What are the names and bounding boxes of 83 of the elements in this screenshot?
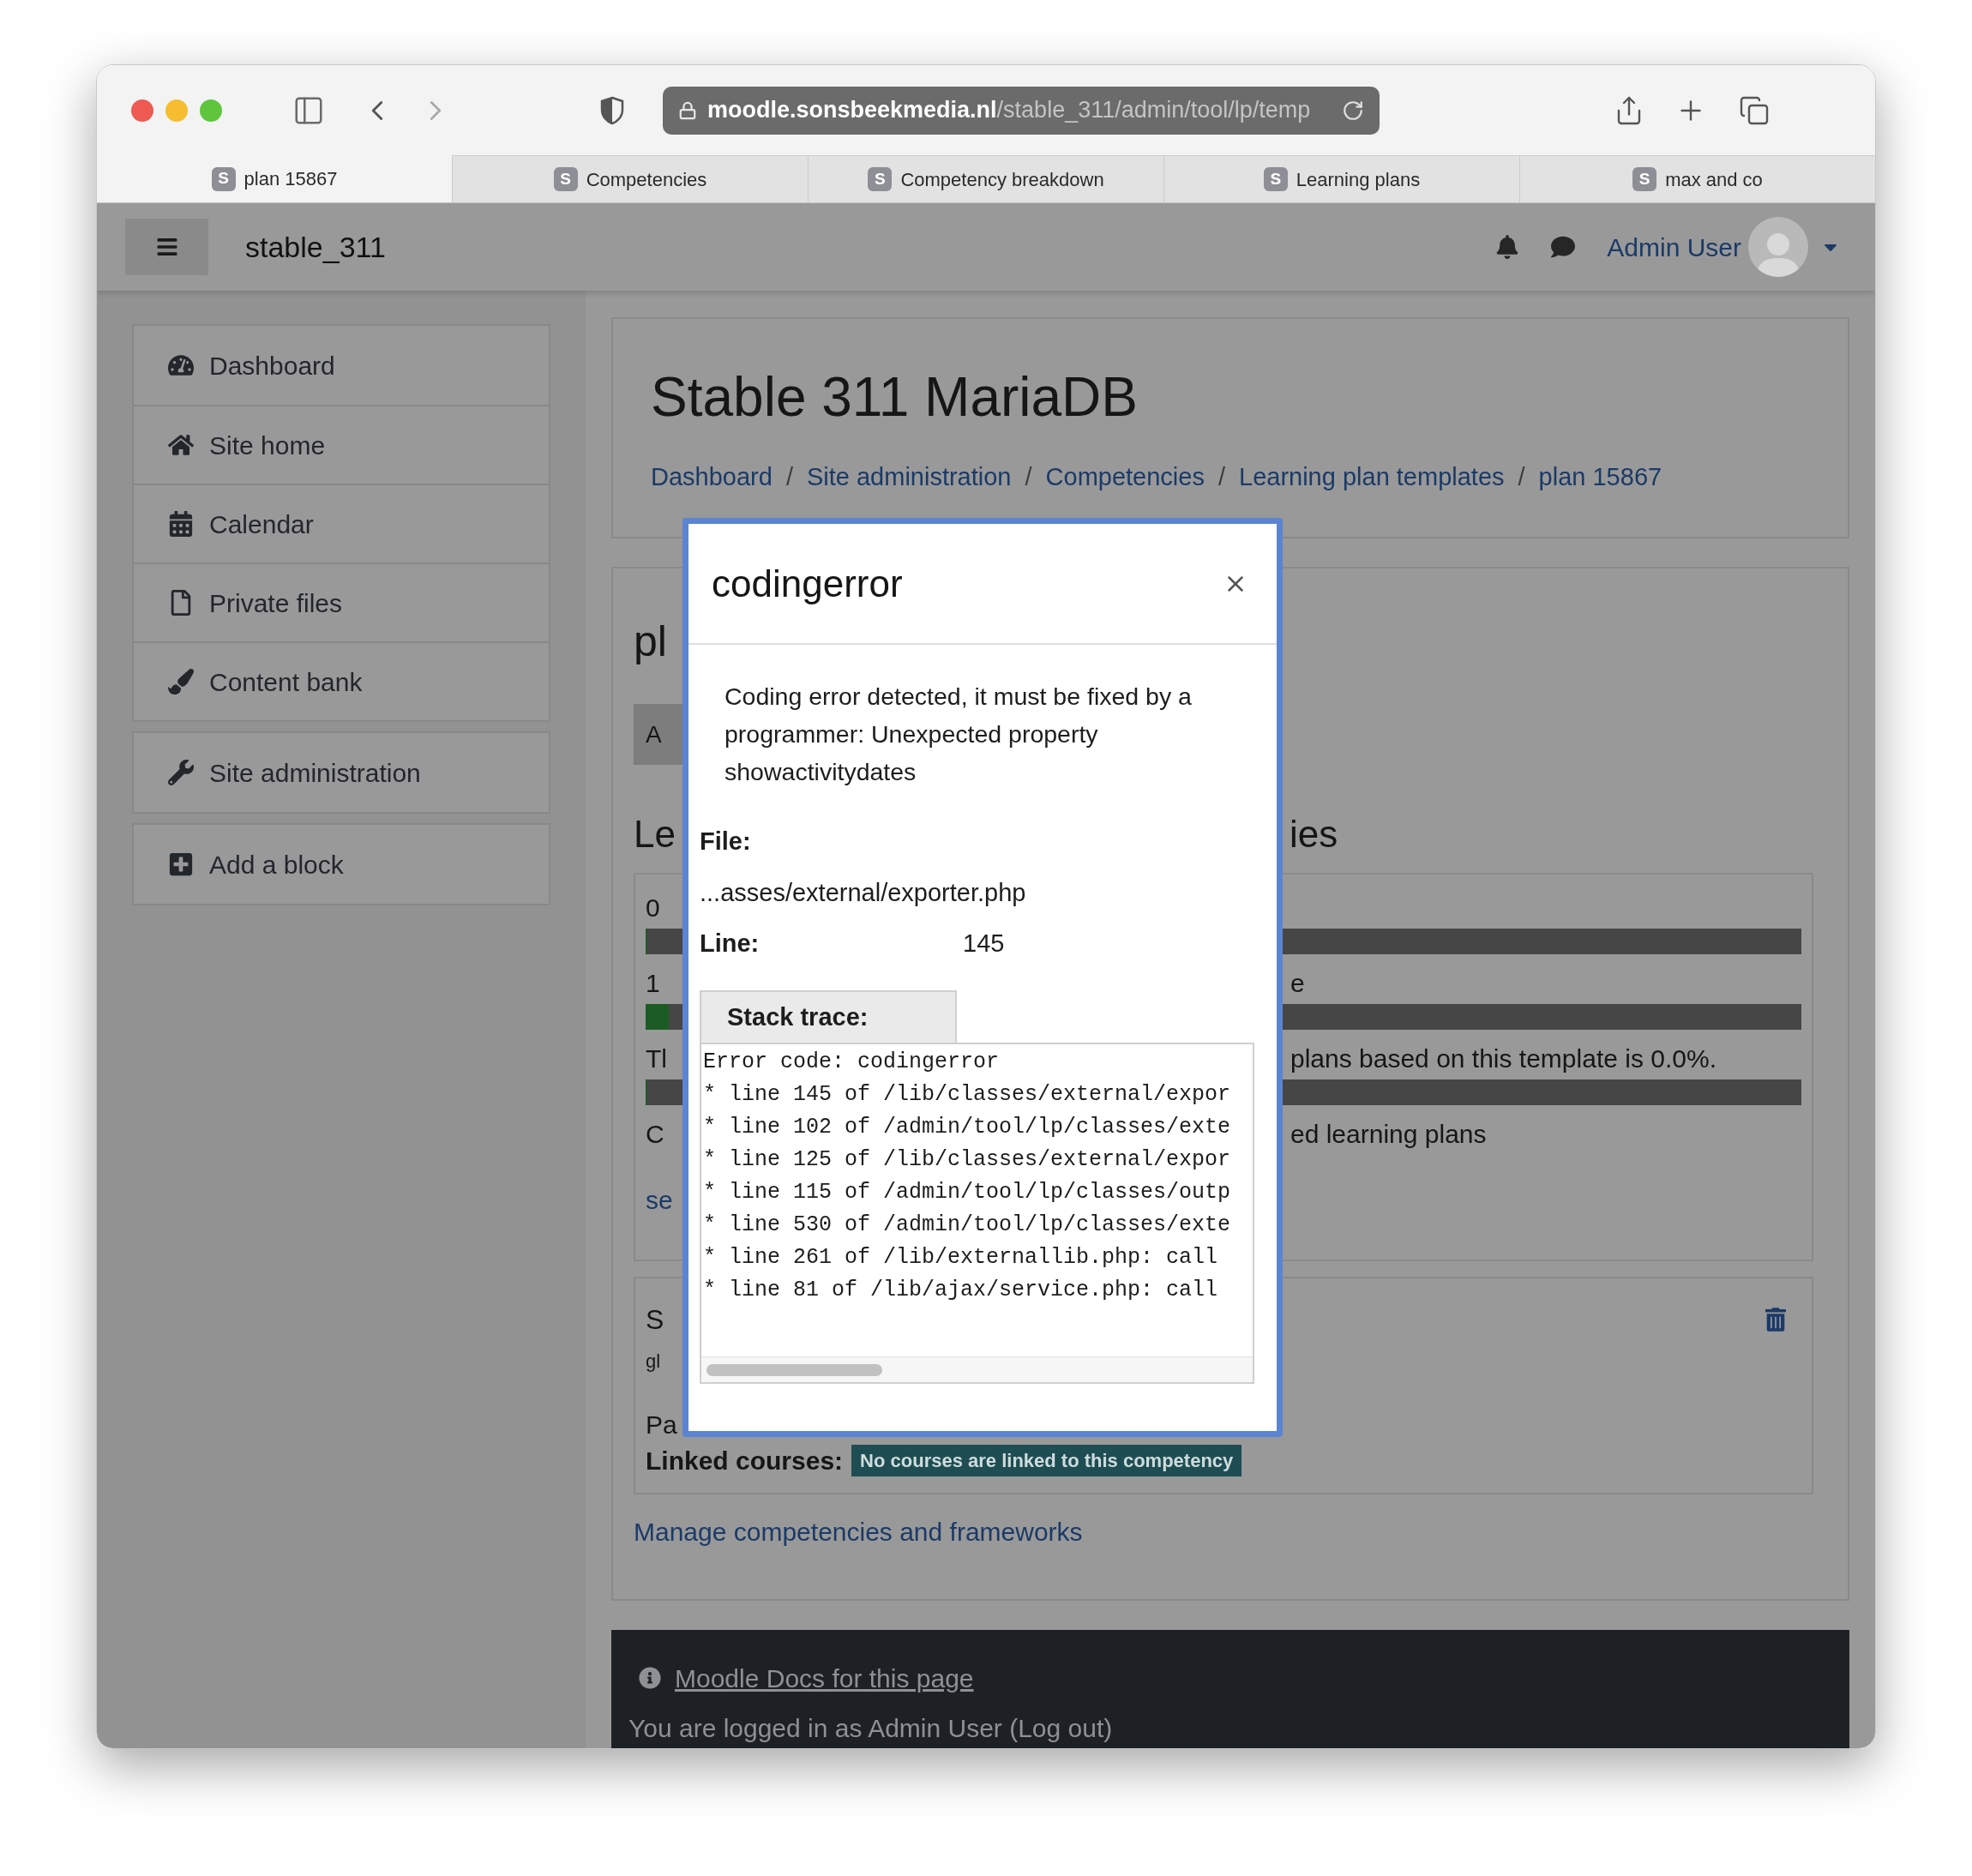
- tab-overview-icon[interactable]: [1739, 94, 1770, 126]
- breadcrumb-separator: /: [1518, 462, 1525, 492]
- scrollbar-thumb[interactable]: [706, 1363, 882, 1376]
- site-name[interactable]: stable_311: [245, 225, 386, 269]
- stack-trace-line: * line 115 of /admin/tool/lp/classes/outp: [703, 1179, 1231, 1206]
- wrench-icon: [168, 760, 194, 785]
- sidebar-item[interactable]: Dashboard: [134, 326, 549, 405]
- status-badge: No courses are linked to this competency: [851, 1444, 1242, 1476]
- close-window-icon[interactable]: [131, 99, 153, 122]
- page-heading: pl: [634, 616, 667, 665]
- linked-courses-label: Linked courses:: [646, 1445, 844, 1476]
- breadcrumb-link[interactable]: Competencies: [1045, 460, 1205, 493]
- error-message: Coding error detected, it must be fixed by a programmer: Unexpected property showactivitydates: [724, 682, 1193, 787]
- brush-icon: [168, 669, 194, 694]
- stack-trace-line: * line 530 of /admin/tool/lp/classes/exte: [703, 1212, 1231, 1239]
- section-heading: ies: [1290, 812, 1338, 857]
- stack-trace-line: * line 81 of /lib/ajax/service.php: call: [703, 1277, 1218, 1304]
- site-favicon: S: [211, 166, 236, 191]
- browser-tab[interactable]: S plan 15867: [97, 155, 452, 202]
- stack-trace-line: * line 145 of /lib/classes/external/expor: [703, 1081, 1231, 1109]
- browser-tab[interactable]: S Competency breakdown: [808, 155, 1163, 202]
- file-label: File:: [700, 827, 751, 857]
- stat-label: 1: [646, 968, 660, 997]
- summary-note: C: [646, 1119, 664, 1148]
- url-path: /stable_311/admin/tool/lp/temp: [996, 96, 1311, 125]
- horizontal-scrollbar[interactable]: [701, 1356, 1253, 1382]
- file-path: ...asses/external/exporter.php: [700, 878, 1026, 909]
- competency-title: S: [646, 1303, 664, 1337]
- breadcrumb-link[interactable]: Learning plan templates: [1239, 460, 1505, 493]
- competency-path: Pa: [646, 1410, 677, 1439]
- site-favicon: S: [1632, 167, 1657, 191]
- chat-bubble-icon[interactable]: [1550, 235, 1577, 259]
- breadcrumb-link[interactable]: Site administration: [806, 460, 1012, 493]
- summary-note: ed learning plans: [1290, 1118, 1487, 1150]
- breadcrumb-separator: /: [1025, 462, 1032, 492]
- sidebar-item[interactable]: Content bank: [134, 641, 549, 720]
- stat-label: 0: [646, 893, 660, 922]
- bell-icon[interactable]: [1495, 235, 1520, 259]
- browser-tab[interactable]: S Learning plans: [1163, 155, 1519, 202]
- site-favicon: S: [1263, 167, 1288, 191]
- calendar-icon: [168, 511, 194, 537]
- reload-icon[interactable]: [1342, 99, 1364, 122]
- stack-trace-line: Error code: codingerror: [703, 1049, 1000, 1076]
- info-icon: [639, 1667, 661, 1689]
- home-icon: [168, 432, 194, 458]
- sidebar-item[interactable]: Site administration: [134, 733, 549, 812]
- menu-icon: [155, 236, 178, 258]
- dialog-title: codingerror: [712, 561, 903, 606]
- sidebar-item[interactable]: Add a block: [134, 825, 549, 904]
- url-host: moodle.sonsbeekmedia.nl: [707, 96, 997, 125]
- stack-trace-tab[interactable]: Stack trace:: [700, 990, 957, 1043]
- lock-icon: [678, 100, 697, 120]
- line-label: Line:: [700, 929, 761, 959]
- site-favicon: S: [553, 167, 578, 191]
- dashboard-gauge-icon: [168, 352, 194, 378]
- stack-trace-line: * line 125 of /lib/classes/external/expor: [703, 1146, 1231, 1174]
- manage-link[interactable]: Manage competencies and frameworks: [634, 1518, 1083, 1546]
- breadcrumb-separator: /: [1217, 462, 1225, 492]
- site-favicon: S: [868, 167, 893, 191]
- stat-label: e: [1290, 967, 1305, 999]
- sidebar-item[interactable]: Site home: [134, 405, 549, 484]
- stat-label: Tl: [646, 1043, 667, 1073]
- breadcrumb-link[interactable]: Dashboard: [651, 460, 773, 493]
- breadcrumb-separator: /: [785, 462, 793, 492]
- sidebar-item[interactable]: Private files: [134, 562, 549, 641]
- login-info: You are logged in as Admin User (Log out): [628, 1714, 1113, 1742]
- line-number: 145: [963, 929, 1005, 959]
- stack-trace-line: * line 102 of /admin/tool/lp/classes/exte: [703, 1114, 1231, 1141]
- page-title: Stable 311 MariaDB: [651, 365, 1139, 430]
- menu-button[interactable]: [125, 219, 208, 275]
- stat-label: plans based on this template is 0.0%.: [1290, 1043, 1716, 1074]
- address-bar[interactable]: moodle.sonsbeekmedia.nl/stable_311/admin/tool/lp/temp: [663, 86, 1380, 135]
- shield-icon[interactable]: [599, 95, 625, 125]
- sidebar-item[interactable]: Calendar: [134, 484, 549, 562]
- breadcrumb-link[interactable]: plan 15867: [1538, 460, 1662, 493]
- trash-icon[interactable]: [1765, 1308, 1786, 1332]
- stack-trace-line: * line 261 of /lib/externallib.php: call: [703, 1244, 1218, 1272]
- docs-link[interactable]: Moodle Docs for this page: [675, 1658, 974, 1698]
- section-heading: Le: [634, 813, 676, 855]
- browser-tab[interactable]: S Competencies: [452, 155, 808, 202]
- competency-subtitle: gl: [646, 1350, 661, 1372]
- browser-tab[interactable]: S max and co: [1519, 155, 1875, 202]
- user-name[interactable]: Admin User: [1607, 227, 1741, 267]
